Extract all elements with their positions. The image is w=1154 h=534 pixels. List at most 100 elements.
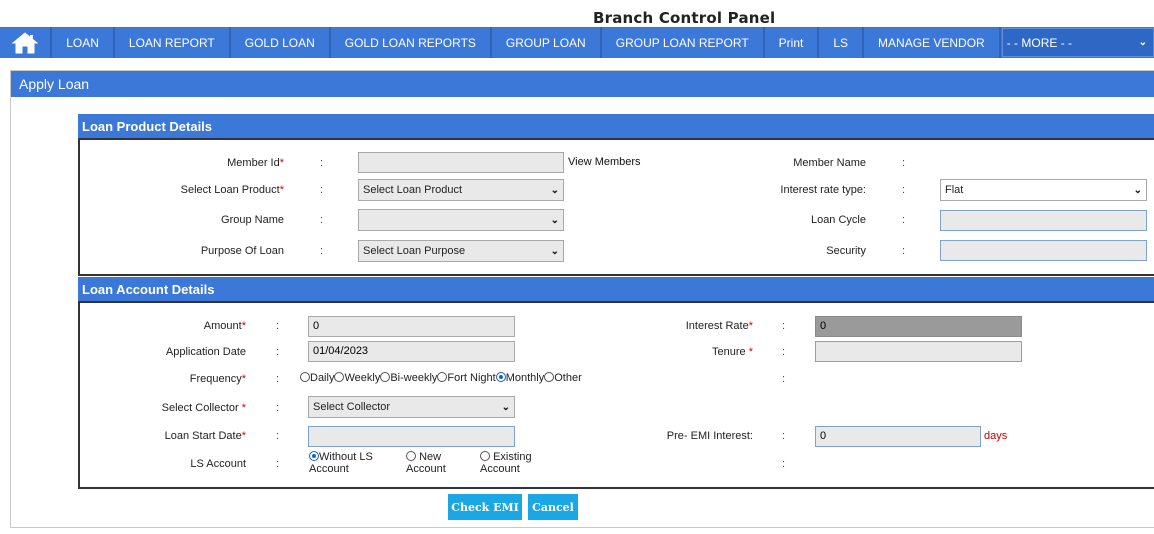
frequency-radio-group: Daily Weekly Bi-weekly Fort Night Monthly Oth… <box>300 372 582 384</box>
group-name-select[interactable]: ⌄ <box>358 209 564 231</box>
ls-option-without[interactable]: Without LS Account <box>309 451 373 475</box>
nav-more-label: - - MORE - - <box>1006 35 1073 50</box>
radio-icon <box>300 372 310 382</box>
panel-title: Apply Loan <box>11 71 1154 97</box>
home-button[interactable] <box>0 27 53 58</box>
loan-cycle-label: Loan Cycle <box>810 214 866 226</box>
frequency-fortnight[interactable]: Fort Night <box>437 372 496 384</box>
security-input[interactable] <box>940 240 1147 261</box>
member-id-label: Member Id* <box>227 157 284 169</box>
start-date-label: Loan Start Date* <box>164 430 246 442</box>
home-icon <box>11 31 39 53</box>
chevron-down-icon: ⌄ <box>550 245 559 257</box>
colon: : <box>782 430 786 442</box>
cancel-button[interactable]: Cancel <box>528 494 578 520</box>
frequency-biweekly[interactable]: Bi-weekly <box>380 372 437 384</box>
pre-emi-unit: days <box>984 430 1008 442</box>
chevron-down-icon: ⌄ <box>1133 184 1142 196</box>
loan-cycle-input[interactable] <box>940 210 1147 231</box>
frequency-other[interactable]: Other <box>544 372 582 384</box>
nav-loan-report[interactable]: LOAN REPORT <box>115 27 231 58</box>
interest-rate-input[interactable]: 0 <box>815 316 1022 337</box>
interest-rate-label: Interest Rate* <box>685 320 753 332</box>
colon: : <box>276 373 280 385</box>
check-emi-button[interactable]: Check EMI <box>448 494 522 520</box>
member-name-label: Member Name <box>793 157 866 169</box>
colon: : <box>782 320 786 332</box>
amount-label: Amount* <box>203 320 246 332</box>
frequency-weekly[interactable]: Weekly <box>334 372 380 384</box>
collector-value: Select Collector <box>313 401 391 413</box>
radio-icon <box>380 372 391 382</box>
nav-loan[interactable]: LOAN <box>52 27 115 58</box>
nav-group-loan-report[interactable]: GROUP LOAN REPORT <box>602 27 765 58</box>
main-nav: LOAN LOAN REPORT GOLD LOAN GOLD LOAN REP… <box>0 27 1154 58</box>
pre-emi-input[interactable]: 0 <box>815 426 981 447</box>
radio-selected-icon <box>495 372 506 382</box>
ls-option-new[interactable]: New Account <box>406 451 446 475</box>
amount-input[interactable]: 0 <box>308 316 515 337</box>
view-members-link[interactable]: View Members <box>568 156 641 168</box>
radio-icon <box>334 372 345 382</box>
frequency-label: Frequency* <box>189 373 246 385</box>
radio-icon <box>480 451 490 461</box>
chevron-down-icon: ⌄ <box>1138 37 1147 48</box>
nav-more-select[interactable]: - - MORE - - ⌄ <box>1001 28 1154 57</box>
page-title: Branch Control Panel <box>593 9 776 27</box>
colon: : <box>276 402 280 414</box>
chevron-down-icon: ⌄ <box>550 184 559 196</box>
colon: : <box>782 458 786 470</box>
loan-product-value: Select Loan Product <box>363 184 463 196</box>
pre-emi-label: Pre- EMI Interest: <box>666 430 753 442</box>
ls-account-label: LS Account <box>190 458 246 470</box>
colon: : <box>276 320 280 332</box>
colon: : <box>320 184 324 196</box>
collector-select[interactable]: Select Collector ⌄ <box>308 396 515 418</box>
interest-type-label: Interest rate type: <box>780 184 866 196</box>
purpose-select[interactable]: Select Loan Purpose ⌄ <box>358 240 564 262</box>
interest-type-value: Flat <box>945 184 964 196</box>
interest-type-select[interactable]: Flat ⌄ <box>940 179 1147 201</box>
loan-product-select[interactable]: Select Loan Product ⌄ <box>358 179 564 201</box>
purpose-label: Purpose Of Loan <box>200 245 284 257</box>
nav-gold-loan[interactable]: GOLD LOAN <box>231 27 331 58</box>
chevron-down-icon: ⌄ <box>501 401 510 413</box>
colon: : <box>902 184 906 196</box>
loan-product-label: Select Loan Product* <box>180 184 284 196</box>
colon: : <box>902 214 906 226</box>
collector-label: Select Collector * <box>161 402 246 414</box>
colon: : <box>276 458 280 470</box>
colon: : <box>320 214 324 226</box>
product-section-heading: Loan Product Details <box>78 114 1154 138</box>
ls-option-existing[interactable]: Existing Account <box>480 451 532 475</box>
nav-print[interactable]: Print <box>765 27 820 58</box>
frequency-monthly[interactable]: Monthly <box>495 372 544 384</box>
app-date-label: Application Date <box>165 346 246 358</box>
member-id-input[interactable] <box>358 152 564 173</box>
security-label: Security <box>826 245 866 257</box>
frequency-daily[interactable]: Daily <box>300 372 334 384</box>
radio-icon <box>544 372 555 382</box>
nav-manage-vendor[interactable]: MANAGE VENDOR <box>864 27 1001 58</box>
group-name-label: Group Name <box>221 214 284 226</box>
app-date-input[interactable]: 01/04/2023 <box>308 341 515 362</box>
radio-icon <box>406 451 416 461</box>
radio-selected-icon <box>309 451 319 461</box>
colon: : <box>782 373 786 385</box>
purpose-value: Select Loan Purpose <box>363 245 466 257</box>
start-date-input[interactable] <box>308 426 515 447</box>
nav-ls[interactable]: LS <box>819 27 865 58</box>
account-section-heading: Loan Account Details <box>78 277 1154 301</box>
colon: : <box>782 346 786 358</box>
colon: : <box>320 245 324 257</box>
colon: : <box>902 245 906 257</box>
colon: : <box>320 157 324 169</box>
chevron-down-icon: ⌄ <box>550 214 559 226</box>
colon: : <box>902 157 906 169</box>
radio-icon <box>437 372 448 382</box>
colon: : <box>276 430 280 442</box>
colon: : <box>276 346 280 358</box>
tenure-input[interactable] <box>815 341 1022 362</box>
nav-gold-loan-reports[interactable]: GOLD LOAN REPORTS <box>331 27 492 58</box>
nav-group-loan[interactable]: GROUP LOAN <box>492 27 602 58</box>
